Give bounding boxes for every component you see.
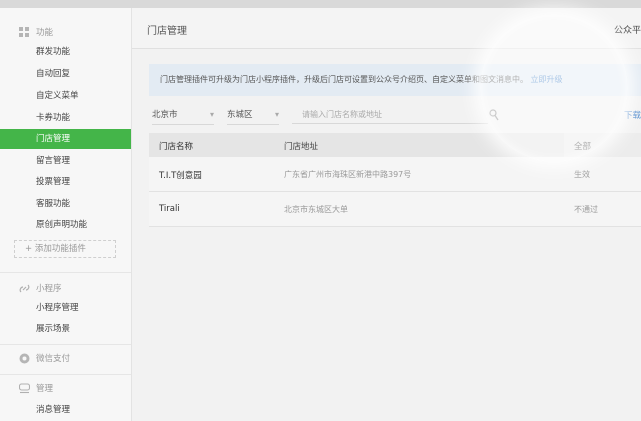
pay-icon: [18, 352, 30, 364]
section-label: 微信支付: [36, 354, 71, 364]
status-filter[interactable]: 全部: [564, 133, 641, 157]
store-name: Tirali: [159, 204, 180, 214]
store-address: 北京市东城区大单: [284, 205, 348, 214]
notice-text: 门店管理插件可升级为门店小程序插件，升级后门店可设置到公众号介绍页、自定义菜单和…: [160, 75, 528, 84]
title-row: 门店管理 公众平: [132, 8, 641, 49]
grid-icon: [18, 26, 30, 38]
search-input[interactable]: 请输入门店名称或地址: [292, 106, 488, 124]
city-select[interactable]: 北京市 ▾: [152, 106, 214, 125]
sidebar-item-auto-reply[interactable]: 自动回复: [0, 64, 131, 84]
chevron-down-icon: ▾: [274, 110, 279, 119]
section-label: 功能: [36, 28, 54, 38]
sidebar-item-customer-service[interactable]: 客服功能: [0, 194, 131, 214]
sidebar-item-display-scenes[interactable]: 展示场景: [0, 319, 131, 339]
store-status: 不通过: [574, 205, 598, 214]
divider: [0, 344, 131, 345]
page-title: 门店管理: [147, 26, 187, 37]
sidebar-item-message-management[interactable]: 消息管理: [0, 400, 131, 420]
sidebar-item-store-management[interactable]: 门店管理: [0, 129, 131, 149]
store-name: T.I.T创意园: [159, 171, 202, 181]
chevron-down-icon: ▾: [209, 110, 214, 119]
status-filter-value: 全部: [574, 142, 592, 152]
section-wechat-pay: 微信支付: [18, 351, 70, 365]
section-label: 小程序: [36, 284, 62, 294]
store-table: 门店名称 门店地址 全部 T.I.T创意园 广东省广州市海珠区新港中路397号 …: [149, 133, 641, 227]
top-bar: [0, 0, 641, 8]
section-functions: 功能: [18, 25, 53, 39]
district-value: 东城区: [227, 110, 253, 120]
manage-icon: [18, 382, 30, 394]
store-status: 生效: [574, 170, 590, 179]
table-row[interactable]: T.I.T创意园 广东省广州市海珠区新港中路397号 生效: [149, 157, 641, 192]
sidebar-item-coupons[interactable]: 卡券功能: [0, 108, 131, 128]
divider: [0, 374, 131, 375]
sidebar-item-voting[interactable]: 投票管理: [0, 172, 131, 192]
divider: [0, 272, 131, 273]
city-value: 北京市: [152, 110, 178, 120]
table-row[interactable]: Tirali 北京市东城区大单 不通过: [149, 192, 641, 227]
section-label: 管理: [36, 384, 54, 394]
section-miniapp: 小程序: [18, 281, 62, 295]
store-address: 广东省广州市海珠区新港中路397号: [284, 170, 412, 179]
download-link[interactable]: 下载: [624, 109, 641, 121]
table-header: 门店名称 门店地址 全部: [149, 133, 641, 157]
link-icon: [18, 282, 30, 294]
add-plugin-button[interactable]: + 添加功能插件: [14, 240, 116, 258]
upgrade-link[interactable]: 立即升级: [531, 75, 563, 84]
sidebar: 功能 群发功能 自动回复 自定义菜单 卡券功能 门店管理 留言管理 投票管理 客…: [0, 8, 132, 421]
district-select[interactable]: 东城区 ▾: [227, 106, 279, 125]
sidebar-item-comments[interactable]: 留言管理: [0, 151, 131, 171]
sidebar-item-miniapp-management[interactable]: 小程序管理: [0, 298, 131, 318]
header-store-name: 门店名称: [159, 142, 194, 152]
main-panel: 门店管理 公众平 门店管理插件可升级为门店小程序插件，升级后门店可设置到公众号介…: [132, 8, 641, 421]
public-platform-link[interactable]: 公众平: [614, 23, 641, 36]
search-icon[interactable]: [489, 109, 501, 121]
sidebar-item-mass-send[interactable]: 群发功能: [0, 42, 131, 62]
header-store-address: 门店地址: [284, 142, 319, 152]
section-management: 管理: [18, 381, 53, 395]
sidebar-item-custom-menu[interactable]: 自定义菜单: [0, 86, 131, 106]
sidebar-item-original-declaration[interactable]: 原创声明功能: [0, 215, 131, 235]
upgrade-notice: 门店管理插件可升级为门店小程序插件，升级后门店可设置到公众号介绍页、自定义菜单和…: [149, 64, 641, 96]
